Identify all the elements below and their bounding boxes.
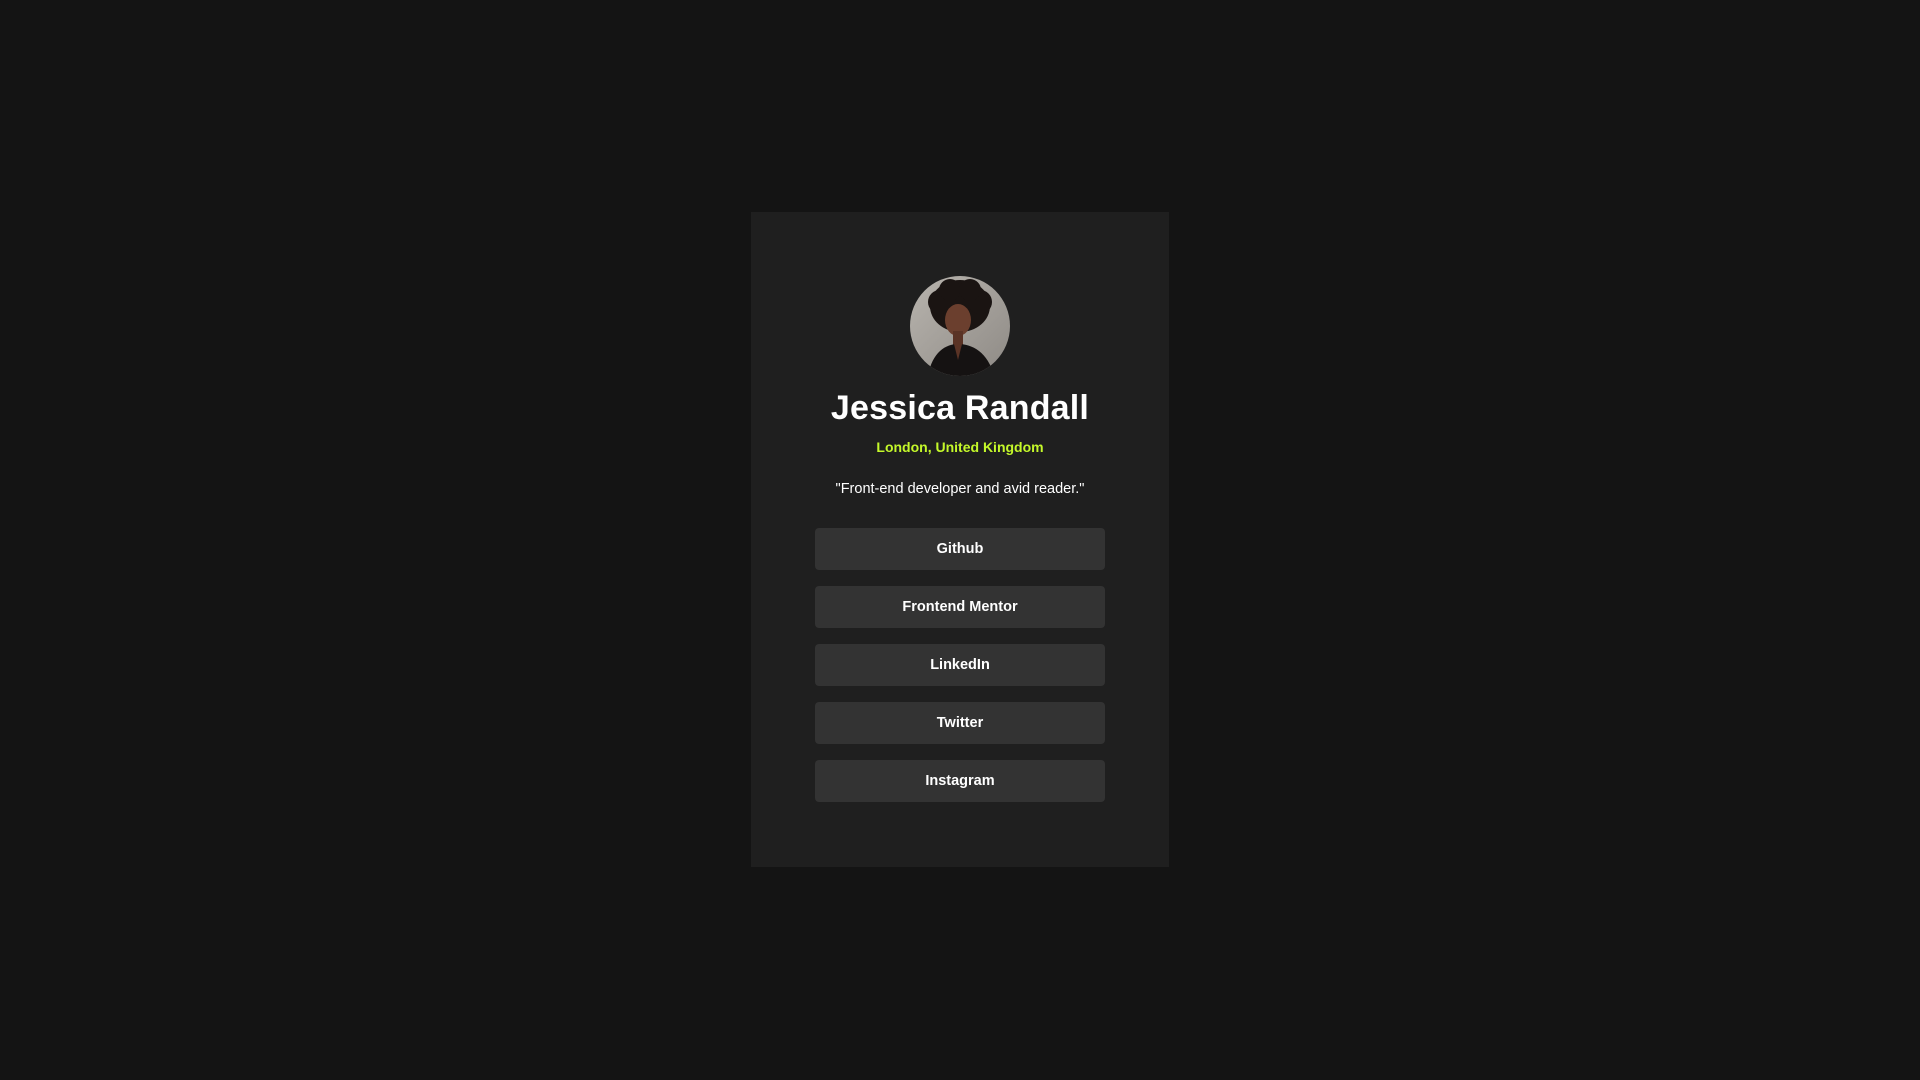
twitter-link-button[interactable]: Twitter xyxy=(815,702,1105,744)
frontend-mentor-link-button[interactable]: Frontend Mentor xyxy=(815,586,1105,628)
github-link-button[interactable]: Github xyxy=(815,528,1105,570)
instagram-link-button[interactable]: Instagram xyxy=(815,760,1105,802)
avatar xyxy=(910,276,1010,376)
profile-name: Jessica Randall xyxy=(830,389,1090,427)
profile-location: London, United Kingdom xyxy=(876,439,1044,455)
profile-card: Jessica Randall London, United Kingdom "… xyxy=(751,212,1169,867)
social-links: Github Frontend Mentor LinkedIn Twitter … xyxy=(815,528,1105,802)
profile-bio: "Front-end developer and avid reader." xyxy=(835,481,1085,497)
linkedin-link-button[interactable]: LinkedIn xyxy=(815,644,1105,686)
